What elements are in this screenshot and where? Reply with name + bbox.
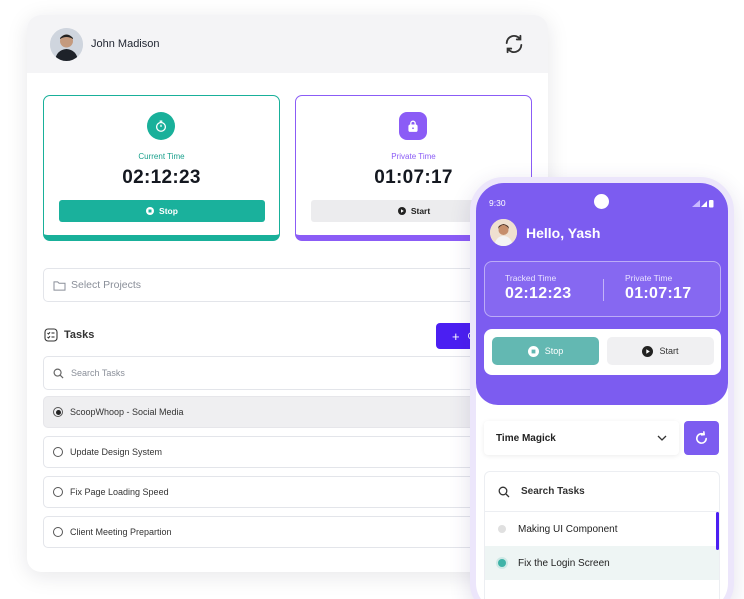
greeting-text: Hello, Yash	[526, 224, 601, 241]
sync-icon[interactable]	[502, 32, 526, 56]
task-label: Update Design System	[70, 447, 163, 457]
search-icon	[498, 486, 510, 497]
avatar	[50, 27, 83, 61]
stop-icon	[146, 207, 155, 215]
list-item[interactable]: Making UI Component	[485, 512, 719, 546]
search-tasks-input[interactable]: Search Tasks	[485, 472, 719, 512]
radio[interactable]	[53, 527, 63, 537]
timer-cards: Current Time 02:12:23 Stop Private Time …	[43, 95, 532, 241]
status-dot	[498, 559, 506, 567]
private-time: Private Time 01:07:17	[625, 273, 691, 303]
search-icon	[53, 368, 64, 379]
task-label: Making UI Component	[518, 523, 618, 535]
list-item[interactable]: Fix the Login Screen	[485, 546, 719, 580]
tasks-title: Tasks	[64, 329, 95, 341]
stop-button[interactable]: Stop	[492, 337, 599, 365]
lock-icon	[399, 112, 427, 140]
add-icon: +	[452, 328, 460, 344]
task-label: ScoopWhoop - Social Media	[70, 407, 184, 417]
current-time-card: Current Time 02:12:23 Stop	[43, 95, 280, 241]
tracked-time-value: 02:12:23	[505, 285, 572, 302]
task-item[interactable]: ScoopWhoop - Social Media	[43, 396, 513, 428]
stopwatch-icon	[147, 112, 175, 140]
tracked-time-label: Tracked Time	[505, 273, 557, 283]
project-dropdown[interactable]: Time Magick	[484, 421, 679, 455]
stop-button[interactable]: Stop	[59, 200, 265, 222]
private-time-label: Private Time	[391, 152, 436, 161]
status-dot	[498, 525, 506, 533]
task-label: Fix the Login Screen	[518, 557, 610, 569]
avatar	[490, 219, 517, 246]
current-time-value: 02:12:23	[122, 167, 201, 188]
desktop-header: John Madison	[27, 15, 548, 73]
task-item[interactable]: Client Meeting Prepartion	[43, 516, 513, 548]
start-label: Start	[410, 206, 431, 216]
task-item[interactable]: Fix Page Loading Speed	[43, 476, 513, 508]
task-label: Fix Page Loading Speed	[70, 487, 169, 497]
search-tasks-placeholder: Search Tasks	[71, 368, 125, 378]
camera-notch	[594, 194, 609, 209]
radio-selected[interactable]	[53, 407, 63, 417]
scrollbar[interactable]	[716, 512, 719, 550]
time-summary: Tracked Time 02:12:23 Private Time 01:07…	[484, 261, 721, 317]
user-profile[interactable]: John Madison	[50, 27, 160, 61]
start-button[interactable]: Start	[607, 337, 714, 365]
stop-label: Stop	[159, 206, 178, 216]
timer-controls: Stop Start	[484, 329, 721, 375]
folder-icon	[53, 280, 66, 291]
current-time-label: Current Time	[138, 152, 185, 161]
select-projects-label: Select Projects	[71, 279, 142, 291]
status-time: 9:30	[489, 198, 506, 208]
private-time-value: 01:07:17	[625, 285, 692, 302]
project-label: Time Magick	[496, 432, 556, 444]
stop-label: Stop	[544, 346, 564, 356]
user-name: John Madison	[91, 38, 160, 50]
stage: John Madison Current Time 02:12:23 Stop	[0, 0, 744, 599]
task-item[interactable]: Update Design System	[43, 436, 513, 468]
play-icon	[397, 207, 406, 215]
stop-icon	[527, 345, 539, 357]
chevron-down-icon	[657, 435, 667, 441]
start-label: Start	[659, 346, 679, 356]
play-icon	[642, 345, 654, 357]
mobile-app: 9:30 Hello, Yash Tracked Time 02:12:23 P…	[470, 177, 734, 599]
mobile-task-list: Search Tasks Making UI Component Fix the…	[484, 471, 720, 599]
search-tasks-label: Search Tasks	[521, 486, 585, 497]
status-icons	[692, 199, 714, 208]
radio[interactable]	[53, 447, 63, 457]
checklist-icon	[44, 328, 58, 342]
private-time-label: Private Time	[625, 273, 673, 283]
refresh-icon	[696, 430, 707, 444]
divider	[603, 279, 604, 301]
tasks-header: Tasks	[44, 328, 94, 342]
signal-battery-icon	[692, 200, 714, 208]
greeting: Hello, Yash	[490, 219, 600, 246]
tracked-time: Tracked Time 02:12:23	[505, 273, 571, 303]
radio[interactable]	[53, 487, 63, 497]
mobile-header: 9:30 Hello, Yash Tracked Time 02:12:23 P…	[476, 183, 728, 405]
refresh-button[interactable]	[684, 421, 719, 455]
task-label: Client Meeting Prepartion	[70, 527, 172, 537]
select-projects-dropdown[interactable]: Select Projects	[43, 268, 513, 302]
search-tasks-input[interactable]: Search Tasks	[43, 356, 513, 390]
